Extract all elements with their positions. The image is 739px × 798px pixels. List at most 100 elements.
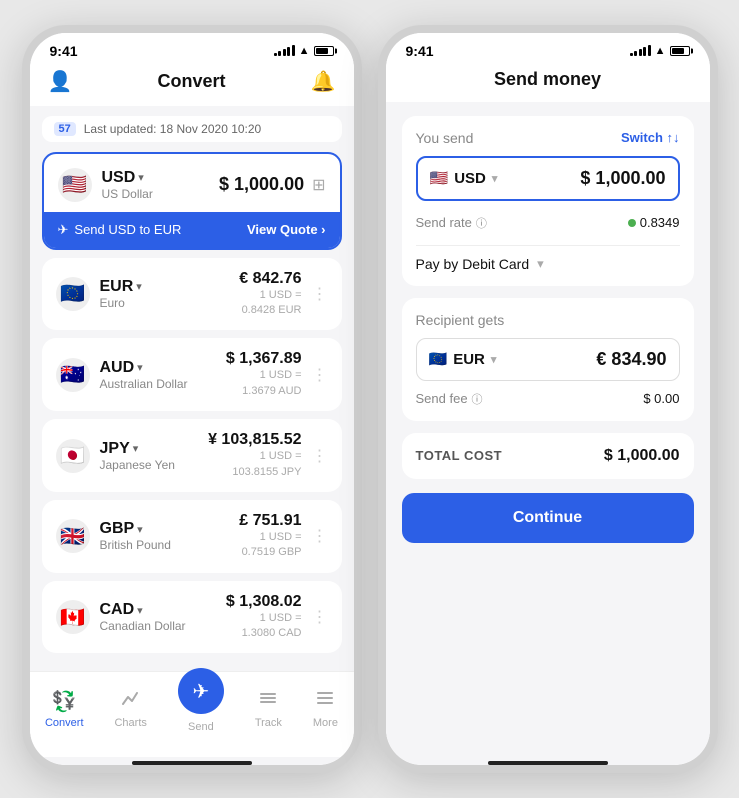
- jpy-amount: ¥ 103,815.52: [208, 431, 301, 449]
- eur-recipient-chevron: ▾: [491, 353, 497, 366]
- status-bar-2: 9:41 ▲: [386, 33, 710, 63]
- aud-code: AUD: [100, 359, 135, 377]
- pay-method-label: Pay by Debit Card: [416, 256, 530, 272]
- send-nav-label: Send: [188, 721, 214, 733]
- send-rate-row: Send rate ⓘ 0.8349: [416, 211, 680, 235]
- nav-item-charts[interactable]: Charts: [106, 684, 154, 733]
- recipient-currency-select[interactable]: 🇪🇺 EUR ▾: [429, 350, 497, 368]
- bell-icon[interactable]: 🔔: [311, 69, 336, 94]
- usd-send-chevron: ▾: [492, 172, 498, 185]
- list-item[interactable]: 🇨🇦 CAD ▾ Canadian Dollar: [42, 581, 342, 654]
- page-title-1: Convert: [157, 71, 225, 92]
- status-icons-1: ▲: [274, 45, 334, 57]
- eur-recipient-code: EUR: [453, 351, 485, 368]
- you-send-currency-row[interactable]: 🇺🇸 USD ▾ $ 1,000.00: [416, 156, 680, 201]
- home-indicator-1: [132, 761, 252, 765]
- usd-code: USD: [102, 169, 136, 187]
- battery-icon: [314, 46, 334, 56]
- send-nav-button[interactable]: ✈: [178, 668, 224, 714]
- pay-method-row[interactable]: Pay by Debit Card ▾: [416, 256, 680, 272]
- currency-list: 🇪🇺 EUR ▾ Euro € 842.76: [42, 258, 342, 654]
- convert-nav-label: Convert: [45, 717, 84, 729]
- aud-dropdown[interactable]: ▾: [137, 361, 143, 374]
- send-quote-action[interactable]: ✈ Send USD to EUR View Quote ›: [44, 212, 340, 248]
- usd-name: US Dollar: [102, 187, 153, 201]
- profile-icon[interactable]: 👤: [48, 69, 73, 94]
- usd-send-flag: 🇺🇸: [430, 169, 449, 187]
- view-quote-link[interactable]: View Quote ›: [247, 222, 326, 237]
- list-item[interactable]: 🇬🇧 GBP ▾ British Pound £: [42, 500, 342, 573]
- list-item[interactable]: 🇦🇺 AUD ▾ Australian Dollar: [42, 338, 342, 411]
- you-send-amount[interactable]: $ 1,000.00: [580, 168, 665, 189]
- charts-nav-label: Charts: [114, 717, 146, 729]
- cad-dropdown[interactable]: ▾: [137, 604, 143, 617]
- pay-chevron-icon: ▾: [537, 256, 544, 272]
- status-bar-1: 9:41 ▲: [30, 33, 354, 63]
- list-item[interactable]: 🇪🇺 EUR ▾ Euro € 842.76: [42, 258, 342, 331]
- home-indicator-2: [488, 761, 608, 765]
- eur-recipient-flag: 🇪🇺: [429, 350, 448, 368]
- total-cost-bar: TOTAL COST $ 1,000.00: [402, 433, 694, 479]
- cad-flag: 🇨🇦: [56, 600, 90, 634]
- eur-dropdown[interactable]: ▾: [136, 280, 142, 293]
- eur-flag: 🇪🇺: [56, 277, 90, 311]
- cad-name: Canadian Dollar: [100, 619, 186, 633]
- send-action-text: ✈ Send USD to EUR: [58, 222, 182, 238]
- nav-item-track[interactable]: Track: [247, 684, 290, 733]
- send-fee-row: Send fee ⓘ $ 0.00: [416, 391, 680, 407]
- send-rate-label: Send rate ⓘ: [416, 215, 487, 231]
- jpy-flag: 🇯🇵: [56, 439, 90, 473]
- jpy-dropdown[interactable]: ▾: [133, 442, 139, 455]
- send-rate-value: 0.8349: [628, 215, 680, 230]
- cad-amount: $ 1,308.02: [226, 593, 302, 611]
- send-money-content: You send Switch ↑↓ 🇺🇸 USD ▾ $ 1,000.00: [386, 102, 710, 758]
- recipient-label: Recipient gets: [416, 312, 680, 328]
- send-fee-label: Send fee ⓘ: [416, 391, 483, 407]
- gbp-more-icon[interactable]: ⋮: [312, 526, 328, 546]
- aud-more-icon[interactable]: ⋮: [312, 365, 328, 385]
- eur-code: EUR: [100, 278, 134, 296]
- rate-info-icon: ⓘ: [476, 215, 487, 231]
- usd-send-code: USD: [454, 170, 486, 187]
- bottom-nav-1: 💱 Convert Charts ✈ Send T: [30, 671, 354, 757]
- aud-name: Australian Dollar: [100, 377, 188, 391]
- signal-icon: [274, 46, 295, 56]
- convert-content: 57 Last updated: 18 Nov 2020 10:20 🇺🇸 US…: [30, 106, 354, 672]
- eur-more-icon[interactable]: ⋮: [312, 284, 328, 304]
- nav-item-convert[interactable]: 💱 Convert: [37, 685, 92, 733]
- total-cost-label: TOTAL COST: [416, 448, 503, 463]
- gbp-name: British Pound: [100, 538, 171, 552]
- cad-rate: 1 USD =1.3080 CAD: [226, 611, 302, 642]
- last-updated-bar: 57 Last updated: 18 Nov 2020 10:20: [42, 116, 342, 142]
- aud-amount: $ 1,367.89: [226, 350, 302, 368]
- nav-item-send[interactable]: ✈ Send: [170, 680, 232, 737]
- usd-flag: 🇺🇸: [58, 168, 92, 202]
- you-send-label: You send: [416, 130, 474, 146]
- app-header-2: Send money: [386, 63, 710, 102]
- calculator-icon[interactable]: ⊞: [312, 175, 325, 195]
- nav-item-more[interactable]: More: [305, 684, 346, 733]
- usd-dropdown[interactable]: ▾: [138, 171, 144, 184]
- status-icons-2: ▲: [630, 45, 690, 57]
- aud-rate: 1 USD =1.3679 AUD: [226, 368, 302, 399]
- send-arrow-icon: ✈: [58, 222, 69, 238]
- switch-button[interactable]: Switch ↑↓: [621, 130, 680, 145]
- eur-rate: 1 USD =0.8428 EUR: [239, 288, 301, 319]
- gbp-dropdown[interactable]: ▾: [137, 523, 143, 536]
- update-badge: 57: [54, 122, 76, 136]
- list-item[interactable]: 🇯🇵 JPY ▾ Japanese Yen ¥ 1: [42, 419, 342, 492]
- jpy-more-icon[interactable]: ⋮: [312, 446, 328, 466]
- usd-amount: $ 1,000.00: [219, 174, 304, 195]
- jpy-name: Japanese Yen: [100, 458, 175, 472]
- recipient-currency-row[interactable]: 🇪🇺 EUR ▾ € 834.90: [416, 338, 680, 381]
- you-send-card: You send Switch ↑↓ 🇺🇸 USD ▾ $ 1,000.00: [402, 116, 694, 286]
- continue-button[interactable]: Continue: [402, 493, 694, 543]
- you-send-currency-select[interactable]: 🇺🇸 USD ▾: [430, 169, 498, 187]
- time-1: 9:41: [50, 43, 78, 59]
- track-nav-label: Track: [255, 717, 282, 729]
- main-currency-card[interactable]: 🇺🇸 USD ▾ US Dollar $ 1,000.00: [42, 152, 342, 250]
- more-nav-icon: [315, 688, 335, 714]
- cad-more-icon[interactable]: ⋮: [312, 607, 328, 627]
- send-fee-value: $ 0.00: [643, 391, 679, 406]
- total-cost-value: $ 1,000.00: [604, 447, 680, 465]
